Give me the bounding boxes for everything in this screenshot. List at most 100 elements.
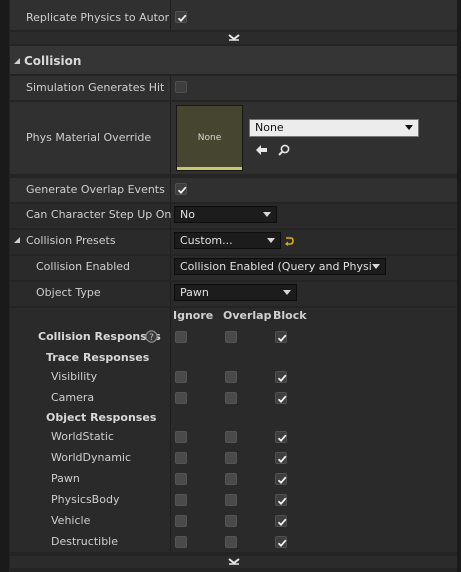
svg-text:?: ? — [149, 333, 154, 343]
phys-material-combo[interactable]: None — [249, 119, 419, 137]
question-circle-icon[interactable]: ? — [145, 330, 158, 343]
checkmark-icon — [177, 14, 187, 23]
column-divider — [170, 230, 171, 254]
column-divider — [170, 76, 171, 100]
collision-responses-label: Collision Responses — [38, 330, 161, 343]
trace-ignore-checkbox[interactable] — [175, 371, 187, 383]
object-responses-label: Object Responses — [46, 411, 157, 424]
object-overlap-checkbox[interactable] — [225, 452, 237, 464]
collision-section-title: Collision — [24, 54, 82, 68]
object-block-checkbox[interactable] — [275, 452, 287, 464]
step-up-combo[interactable]: No — [174, 206, 277, 223]
chevron-down-icon — [267, 238, 275, 243]
trace-overlap-checkbox[interactable] — [225, 371, 237, 383]
object-ignore-checkbox[interactable] — [175, 473, 187, 485]
step-up-value: No — [180, 208, 195, 221]
collision-presets-label: Collision Presets — [26, 234, 116, 247]
column-divider — [170, 102, 171, 174]
object-block-checkbox[interactable] — [275, 431, 287, 443]
object-ignore-checkbox[interactable] — [175, 431, 187, 443]
object-ignore-checkbox[interactable] — [175, 494, 187, 506]
checkmark-icon — [177, 186, 187, 195]
collision-presets-value: Custom... — [180, 234, 233, 247]
column-overlap: Overlap — [223, 309, 272, 322]
arrow-left-icon[interactable] — [255, 144, 268, 156]
trace-block-checkbox[interactable] — [275, 392, 287, 404]
chevron-down-icon — [405, 125, 413, 130]
right-gutter — [457, 0, 461, 572]
phys-material-thumbnail[interactable]: None — [176, 105, 243, 171]
checkmark-icon — [277, 455, 287, 464]
object-type-combo[interactable]: Pawn — [174, 284, 297, 301]
collision-enabled-label: Collision Enabled — [36, 260, 131, 273]
collision-enabled-combo[interactable]: Collision Enabled (Query and Physics) — [174, 258, 386, 275]
object-overlap-checkbox[interactable] — [225, 515, 237, 527]
trace-response-label: Visibility — [51, 370, 98, 383]
column-divider — [170, 282, 171, 306]
trace-response-label: Camera — [51, 391, 95, 404]
object-block-checkbox[interactable] — [275, 494, 287, 506]
triangle-down-icon[interactable] — [13, 57, 21, 65]
left-gutter — [0, 0, 9, 572]
chevron-down-icon — [263, 212, 271, 217]
trace-block-checkbox[interactable] — [275, 371, 287, 383]
column-divider — [170, 0, 171, 30]
column-ignore: Ignore — [173, 309, 214, 322]
chevron-down-icon — [227, 34, 240, 41]
object-overlap-checkbox[interactable] — [225, 536, 237, 548]
checkmark-icon — [277, 476, 287, 485]
trace-overlap-checkbox[interactable] — [225, 392, 237, 404]
sim-hit-checkbox[interactable] — [175, 81, 187, 93]
trace-responses-label: Trace Responses — [46, 351, 150, 364]
object-response-label: Destructible — [51, 535, 118, 548]
object-overlap-checkbox[interactable] — [225, 473, 237, 485]
all-ignore-checkbox[interactable] — [175, 331, 187, 343]
chevron-down-icon — [227, 558, 240, 565]
reset-to-default-icon[interactable] — [284, 236, 294, 246]
checkmark-icon — [277, 395, 287, 404]
chevron-down-icon — [283, 290, 291, 295]
sim-hit-label: Simulation Generates Hit Eve — [26, 81, 169, 94]
object-ignore-checkbox[interactable] — [175, 452, 187, 464]
replicate-physics-label: Replicate Physics to Autonom — [26, 11, 169, 24]
replicate-physics-checkbox[interactable] — [175, 11, 187, 23]
step-up-label: Can Character Step Up On — [26, 208, 172, 221]
advanced-expander-bottom[interactable] — [10, 556, 457, 568]
column-block: Block — [273, 309, 307, 322]
advanced-expander-top[interactable] — [10, 32, 457, 44]
object-overlap-checkbox[interactable] — [225, 494, 237, 506]
object-type-value: Pawn — [180, 286, 209, 299]
object-ignore-checkbox[interactable] — [175, 536, 187, 548]
object-overlap-checkbox[interactable] — [225, 431, 237, 443]
object-block-checkbox[interactable] — [275, 515, 287, 527]
all-overlap-checkbox[interactable] — [225, 331, 237, 343]
object-response-label: WorldDynamic — [51, 451, 132, 464]
column-divider — [170, 308, 171, 552]
object-type-label: Object Type — [36, 286, 101, 299]
chevron-down-icon — [372, 264, 380, 269]
phys-material-thumb-text: None — [197, 133, 222, 143]
column-divider — [170, 178, 171, 202]
checkmark-icon — [277, 497, 287, 506]
all-block-checkbox[interactable] — [275, 331, 287, 343]
object-response-label: PhysicsBody — [51, 493, 120, 506]
checkmark-icon — [277, 518, 287, 527]
search-icon[interactable] — [278, 144, 290, 156]
object-ignore-checkbox[interactable] — [175, 515, 187, 527]
triangle-down-icon[interactable] — [13, 236, 21, 244]
collision-enabled-value: Collision Enabled (Query and Physics) — [180, 260, 372, 273]
checkmark-icon — [277, 334, 287, 343]
phys-material-value: None — [255, 121, 284, 134]
column-divider — [170, 256, 171, 280]
object-block-checkbox[interactable] — [275, 473, 287, 485]
checkmark-icon — [277, 434, 287, 443]
object-response-label: Pawn — [51, 472, 80, 485]
phys-material-label: Phys Material Override — [26, 131, 152, 144]
overlap-events-label: Generate Overlap Events — [26, 183, 165, 196]
checkmark-icon — [277, 539, 287, 548]
object-block-checkbox[interactable] — [275, 536, 287, 548]
overlap-events-checkbox[interactable] — [175, 183, 187, 195]
object-response-label: Vehicle — [51, 514, 91, 527]
trace-ignore-checkbox[interactable] — [175, 392, 187, 404]
collision-presets-combo[interactable]: Custom... — [174, 232, 281, 249]
